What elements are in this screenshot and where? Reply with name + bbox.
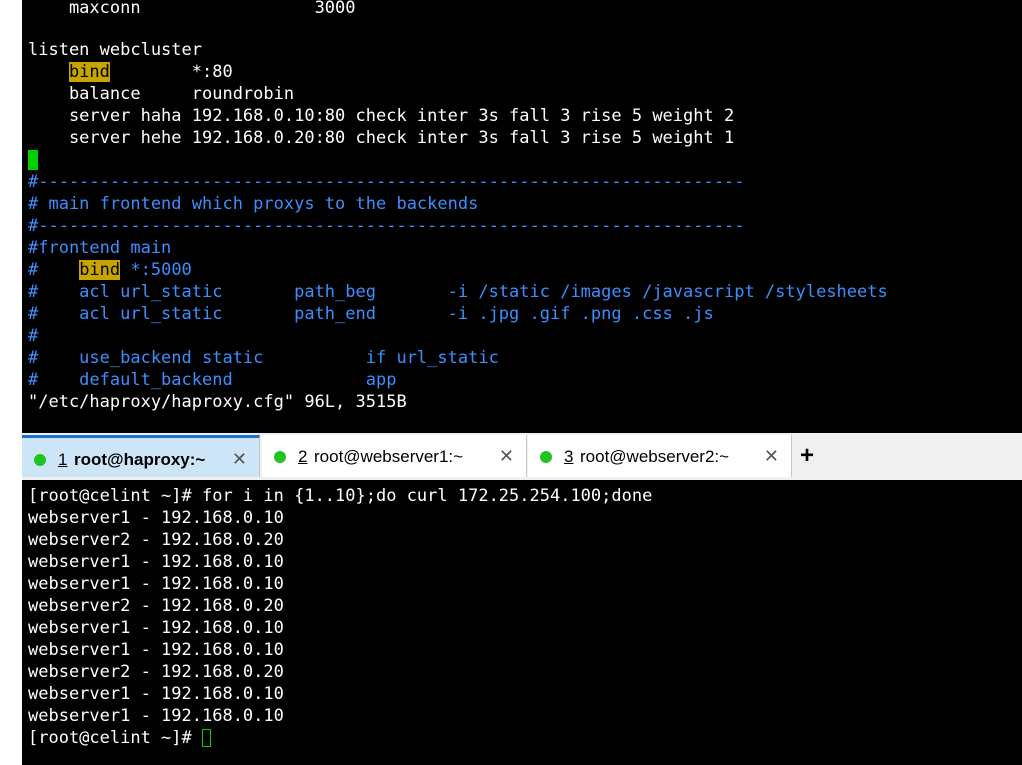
close-icon[interactable]: ✕: [232, 448, 247, 470]
close-icon[interactable]: ✕: [499, 445, 514, 467]
shell-output-line: webserver2 - 192.168.0.20: [28, 596, 284, 616]
tab-label: root@webserver2:~: [580, 447, 730, 466]
shell-output-line: webserver2 - 192.168.0.20: [28, 530, 284, 550]
editor-line: maxconn 3000: [28, 0, 356, 18]
connected-status-dot: [34, 454, 46, 466]
connected-status-dot: [274, 451, 286, 463]
editor-line: #---------------------------------------…: [28, 216, 745, 236]
editor-line: #---------------------------------------…: [28, 172, 745, 192]
session-tab-bar: 1 root@haproxy:~ ✕ 2 root@webserver1:~ ✕…: [22, 433, 1022, 481]
tab-number: 3: [564, 447, 574, 466]
tab-label: root@webserver1:~: [314, 447, 464, 466]
editor-line: # acl url_static path_beg -i /static /im…: [28, 282, 888, 302]
shell-output-line: webserver1 - 192.168.0.10: [28, 574, 284, 594]
editor-status-line: "/etc/haproxy/haproxy.cfg" 96L, 3515B: [28, 392, 407, 412]
shell-terminal-pane[interactable]: [root@celint ~]# for i in {1..10};do cur…: [22, 480, 1022, 765]
connected-status-dot: [540, 451, 552, 463]
shell-output-line: webserver1 - 192.168.0.10: [28, 552, 284, 572]
tab-number: 1: [58, 450, 68, 469]
tab-root-haproxy[interactable]: 1 root@haproxy:~ ✕: [22, 435, 260, 477]
search-highlight: bind: [79, 260, 121, 280]
terminal-window: maxconn 3000 listen webcluster bind *:80…: [0, 0, 1022, 765]
tab-root-webserver1[interactable]: 2 root@webserver1:~ ✕: [262, 435, 527, 477]
editor-line: balance roundrobin: [28, 84, 295, 104]
tab-root-webserver2[interactable]: 3 root@webserver2:~ ✕: [528, 435, 792, 477]
editor-line: # main frontend which proxys to the back…: [28, 194, 479, 214]
shell-command-line: [root@celint ~]# for i in {1..10};do cur…: [28, 486, 653, 506]
shell-output-line: webserver1 - 192.168.0.10: [28, 640, 284, 660]
editor-line: bind *:80: [68, 62, 233, 82]
vim-editor-pane[interactable]: maxconn 3000 listen webcluster bind *:80…: [22, 0, 1022, 433]
shell-prompt-line: [root@celint ~]#: [28, 727, 211, 749]
editor-line: # bind *:5000: [28, 260, 192, 280]
shell-prompt: [root@celint ~]#: [28, 728, 202, 748]
editor-line: # default_backend app: [28, 370, 397, 390]
editor-line: #frontend main: [28, 238, 172, 258]
new-tab-plus-icon[interactable]: +: [792, 441, 822, 471]
editor-line: server haha 192.168.0.10:80 check inter …: [28, 106, 735, 126]
close-icon[interactable]: ✕: [764, 445, 779, 467]
search-highlight: bind: [68, 62, 110, 82]
editor-line: server hehe 192.168.0.20:80 check inter …: [28, 128, 735, 148]
editor-cursor: [28, 150, 38, 170]
shell-output-line: webserver1 - 192.168.0.10: [28, 508, 284, 528]
editor-line: # acl url_static path_end -i .jpg .gif .…: [28, 304, 714, 324]
shell-output-line: webserver2 - 192.168.0.20: [28, 662, 284, 682]
editor-line: listen webcluster: [28, 40, 202, 60]
tab-label: root@haproxy:~: [74, 450, 206, 469]
shell-output-line: webserver1 - 192.168.0.10: [28, 706, 284, 726]
shell-cursor[interactable]: [202, 729, 211, 747]
editor-line: #: [28, 326, 39, 346]
shell-output-line: webserver1 - 192.168.0.10: [28, 684, 284, 704]
editor-line: # use_backend static if url_static: [28, 348, 499, 368]
editor-line: [28, 149, 38, 171]
shell-output-line: webserver1 - 192.168.0.10: [28, 618, 284, 638]
tab-number: 2: [298, 447, 308, 466]
